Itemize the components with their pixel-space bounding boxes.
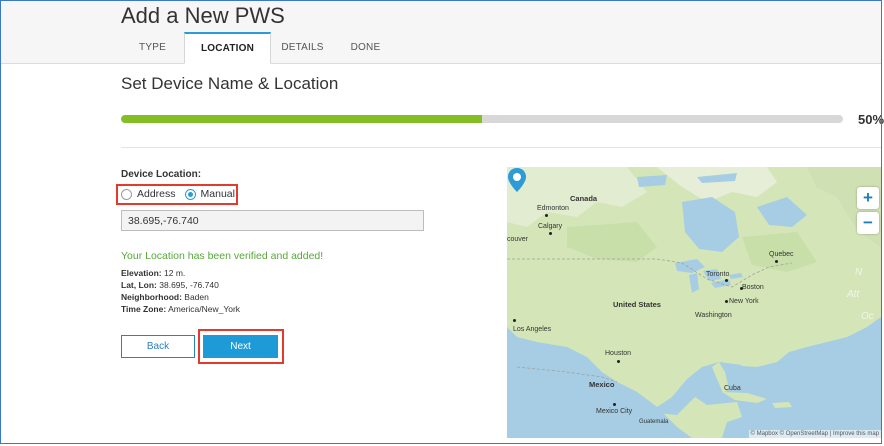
city-dot [545,214,548,217]
map-label-edmonton: Edmonton [537,205,569,212]
timezone-value: America/New_York [168,304,241,314]
radio-highlight-box [116,184,238,205]
map-label-couver: couver [507,236,529,243]
section-title: Set Device Name & Location [121,74,339,93]
map-ghost-text: Oc [861,311,874,322]
divider [121,147,881,148]
map-label-calgary: Calgary [538,223,563,230]
back-button[interactable]: Back [121,335,195,358]
map-label-boston: Boston [742,284,764,291]
latlon-value: 38.695, -76.740 [159,280,219,290]
elevation-value: 12 m. [164,268,186,278]
map-label-toronto: Toronto [706,271,730,278]
latlon-key: Lat, Lon: [121,280,157,290]
map-label-mexico-city: Mexico City [596,408,633,415]
timezone-row: Time Zone: America/New_York [121,304,240,314]
city-dot [549,232,552,235]
city-dot [725,279,728,282]
map-label-quebec: Quebec [769,251,794,258]
map-label-united-states: United States [613,300,661,309]
location-marker-icon[interactable] [507,167,527,193]
map-label-mexico: Mexico [589,380,615,389]
neighborhood-row: Neighborhood: Baden [121,292,209,302]
coordinates-input[interactable] [121,210,424,231]
map-label-canada: Canada [570,194,598,203]
map-attribution[interactable]: © Mapbox © OpenStreetMap | Improve this … [748,430,881,438]
neighborhood-key: Neighborhood: [121,292,182,302]
tab-done[interactable]: DONE [334,32,397,63]
progress-label: 50% [858,112,884,127]
step-tabs: TYPE LOCATION DETAILS DONE [121,32,397,64]
page-title: Add a New PWS [121,3,285,28]
tab-location[interactable]: LOCATION [184,32,271,64]
city-dot [613,403,616,406]
elevation-key: Elevation: [121,268,162,278]
map-label-los-angeles: Los Angeles [513,326,552,333]
latlon-row: Lat, Lon: 38.695, -76.740 [121,280,219,290]
city-dot [775,260,778,263]
progress-fill [121,115,482,123]
timezone-key: Time Zone: [121,304,167,314]
verified-message: Your Location has been verified and adde… [121,250,324,262]
map-ghost-text: Att [847,289,860,300]
map-label-cuba: Cuba [724,385,741,392]
map-label-houston: Houston [605,350,632,357]
map-label-new-york: New York [729,298,759,305]
zoom-in-button[interactable]: + [857,187,879,209]
elevation-row: Elevation: 12 m. [121,268,185,278]
progress-bar [121,115,843,123]
city-dot [513,319,516,322]
device-location-label: Device Location: [121,169,202,180]
zoom-out-button[interactable]: − [857,212,879,234]
city-dot [617,360,620,363]
neighborhood-value: Baden [184,292,209,302]
map-label-washington: Washington [695,312,732,319]
map-ghost-text: N [855,267,863,278]
location-map[interactable]: + − Canada Edmonton Calgary couver Quebe… [507,167,881,438]
city-dot [725,300,728,303]
next-highlight-box [198,329,284,364]
city-dot [740,287,743,290]
tab-details[interactable]: DETAILS [271,32,334,63]
map-label-guatemala: Guatemala [639,419,669,425]
tab-type[interactable]: TYPE [121,32,184,63]
